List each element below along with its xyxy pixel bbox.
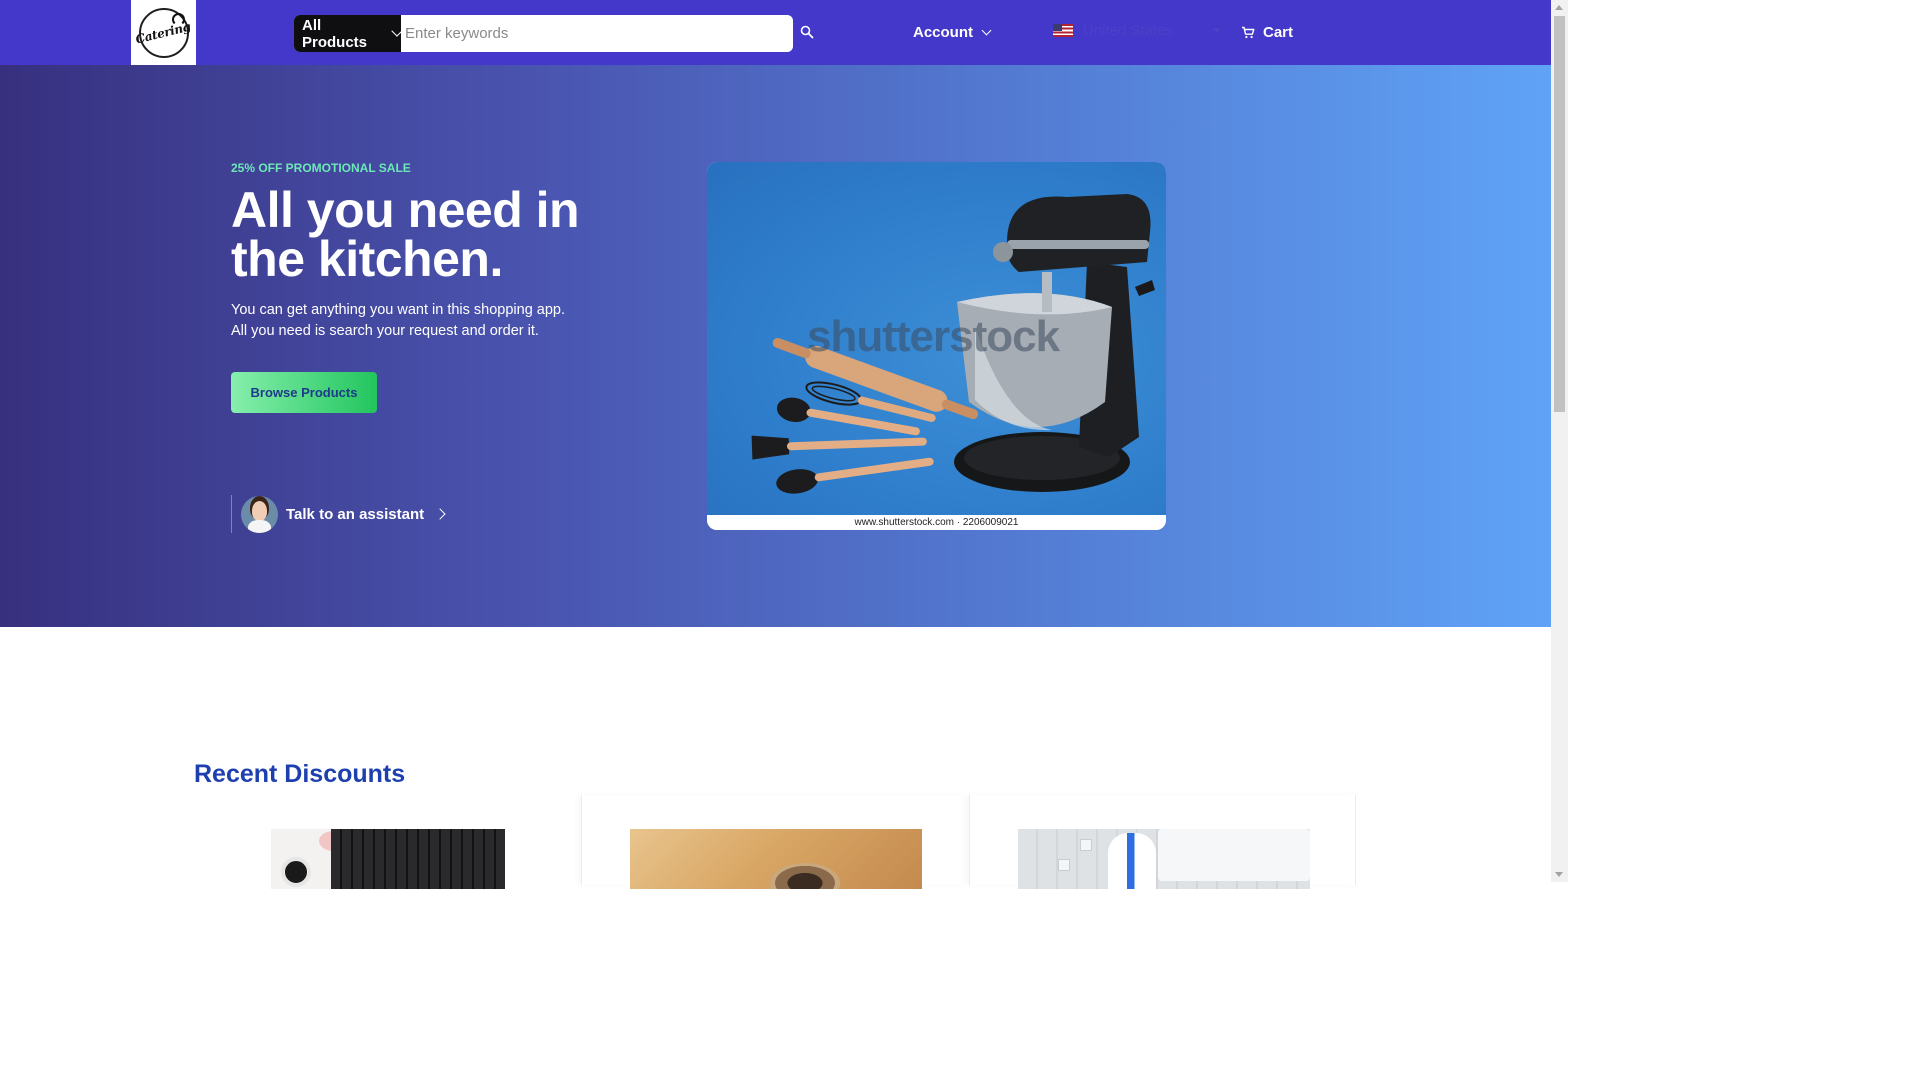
country-name: United States [1083,22,1174,39]
sugar-cube [1080,839,1092,851]
discount-card-image [630,829,922,889]
hero-subtext: You can get anything you want in this sh… [231,300,565,342]
cream-tube [1158,829,1310,881]
logo-seal: Catering [135,7,192,58]
chevron-right-icon [434,508,446,520]
page-scrollbar[interactable] [1551,0,1568,882]
image-caption: www.shutterstock.com · 2206009021 [707,515,1166,530]
discount-card-image [271,829,505,889]
discount-card-image [1018,829,1310,889]
discount-card[interactable] [969,795,1356,889]
tape-roll [770,863,840,889]
cart-label: Cart [1263,24,1294,41]
laptop-keyboard [331,829,505,889]
hero-headline: All you need in the kitchen. [231,182,580,287]
hero-banner: 25% OFF PROMOTIONAL SALE All you need in… [0,65,1551,627]
talk-to-assistant-link[interactable]: Talk to an assistant [231,495,446,533]
chevron-down-icon [981,25,992,36]
account-label: Account [913,24,973,41]
search-icon[interactable] [800,25,816,41]
coffee-cup [281,857,311,887]
hero-subtext-line-2: All you need is search your request and … [231,323,539,339]
search-bar: All Products [294,15,793,52]
search-category-label: All Products [302,16,368,51]
stand-mixer-photo: shutterstock [707,162,1166,515]
hero-subtext-line-1: You can get anything you want in this sh… [231,302,566,318]
catering-logo[interactable]: Catering [131,0,196,65]
search-input[interactable] [401,15,793,52]
caret-down-icon [1213,28,1222,33]
recent-discounts-title: Recent Discounts [194,760,406,788]
cart-icon [1242,26,1255,39]
top-navbar: Catering All Products Account United Sta… [0,0,1551,65]
browse-products-button[interactable]: Browse Products [231,372,377,413]
shutterstock-watermark: shutterstock [807,312,1060,361]
scrollbar-thumb[interactable] [1554,16,1565,412]
hero-product-image: shutterstock www.shutterstock.com · 2206… [707,162,1166,530]
us-flag-icon [1053,24,1073,37]
discount-card[interactable] [581,795,968,889]
promo-label: 25% OFF PROMOTIONAL SALE [231,161,411,175]
sugar-cube [1058,859,1070,871]
country-selector[interactable]: United States [1053,22,1222,39]
cart-link[interactable]: Cart [1241,24,1293,41]
scroll-down-arrow-icon[interactable] [1555,872,1563,877]
spray-bottle [1108,833,1156,889]
assistant-avatar [241,495,278,533]
account-menu[interactable]: Account [913,24,992,41]
discount-card[interactable] [194,795,581,889]
assistant-label: Talk to an assistant [286,505,425,523]
logo-text: Catering [134,18,193,47]
search-category-dropdown[interactable]: All Products [294,15,403,52]
scroll-up-arrow-icon[interactable] [1555,5,1563,10]
